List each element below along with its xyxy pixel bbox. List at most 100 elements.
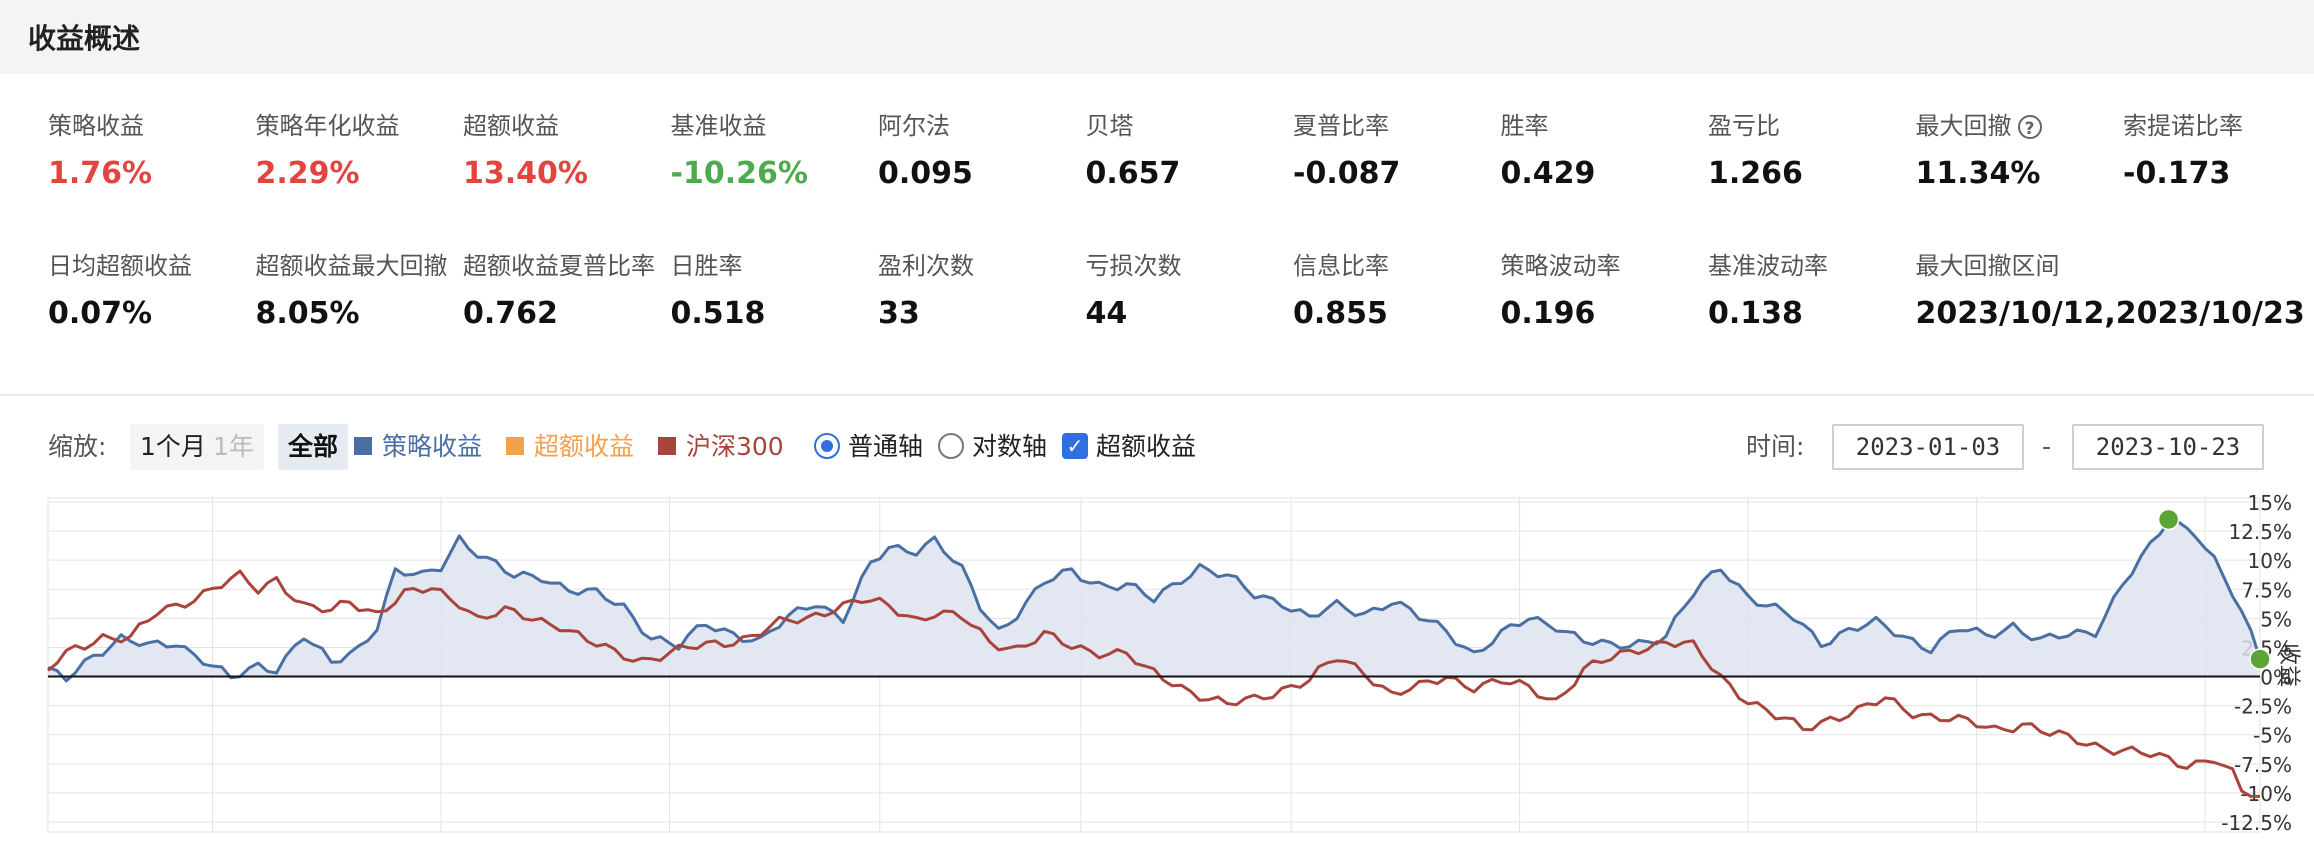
metric-metrics_row1-1: 策略年化收益 2.29% <box>256 110 466 191</box>
metric-label: 阿尔法 <box>878 110 1088 142</box>
metric-label: 超额收益 <box>463 110 673 142</box>
metric-metrics_row2-3: 日胜率 0.518 <box>671 250 881 331</box>
legend-item-hs300[interactable]: 沪深300 <box>658 424 784 470</box>
zoom-all-button[interactable]: 全部 <box>278 424 349 470</box>
metric-metrics_row2-8: 基准波动率 0.138 <box>1708 250 1918 331</box>
metric-label: 盈利次数 <box>878 250 1088 282</box>
metric-metrics_row2-4: 盈利次数 33 <box>878 250 1088 331</box>
metric-label: 亏损次数 <box>1086 250 1296 282</box>
metric-label-text: 盈亏比 <box>1708 112 1780 140</box>
y-tick-label: 12.5% <box>2228 520 2292 544</box>
metric-metrics_row1-4: 阿尔法 0.095 <box>878 110 1088 191</box>
metric-value: 0.196 <box>1500 296 1596 331</box>
metric-label: 日均超额收益 <box>48 250 258 282</box>
metric-metrics_row2-7: 策略波动率 0.196 <box>1501 250 1711 331</box>
metric-value: 0.429 <box>1500 156 1596 191</box>
metric-label-text: 最大回撤 <box>1915 112 2012 140</box>
metric-value: 1.76% <box>48 156 153 191</box>
axis-option-log[interactable]: 对数轴 <box>938 424 1047 470</box>
metric-metrics_row2-0: 日均超额收益 0.07% <box>48 250 258 331</box>
y-tick-label: -5% <box>2253 724 2292 748</box>
metric-value: 0.518 <box>670 296 766 331</box>
metric-metrics_row2-9: 最大回撤区间 2023/10/12,2023/10/23 <box>1915 250 2305 331</box>
metric-metrics_row2-2: 超额收益夏普比率 0.762 <box>463 250 673 331</box>
metric-metrics_row2-6: 信息比率 0.855 <box>1293 250 1503 331</box>
metric-value: 0.138 <box>1708 296 1803 331</box>
legend-item-strategy[interactable]: 策略收益 <box>354 424 482 470</box>
metric-metrics_row1-6: 夏普比率 -0.087 <box>1293 110 1503 191</box>
metric-label: 盈亏比 <box>1708 110 1918 142</box>
legend-item-excess[interactable]: 超额收益 <box>506 424 634 470</box>
metric-label-text: 亏损次数 <box>1085 252 1182 280</box>
metric-value: -0.173 <box>2123 156 2231 191</box>
metric-label-text: 盈利次数 <box>878 252 974 280</box>
y-tick-label: -7.5% <box>2234 753 2292 777</box>
help-icon[interactable]: ? <box>2017 115 2042 139</box>
metric-label: 超额收益最大回撤 <box>256 250 466 282</box>
metric-value: 0.657 <box>1085 156 1181 191</box>
metric-metrics_row1-7: 胜率 0.429 <box>1501 110 1711 191</box>
metric-label-text: 信息比率 <box>1293 252 1389 280</box>
metric-value: 0.07% <box>48 296 153 331</box>
date-to-input[interactable]: 2023-10-23 <box>2072 424 2264 470</box>
y-tick-label: -2.5% <box>2234 695 2292 719</box>
metric-label-text: 胜率 <box>1500 112 1549 140</box>
excess-toggle[interactable]: ✓ 超额收益 <box>1062 424 1196 470</box>
metric-metrics_row1-3: 基准收益 -10.26% <box>671 110 881 191</box>
metric-value: 8.05% <box>255 296 360 331</box>
metric-label-text: 策略收益 <box>48 112 144 140</box>
metric-label-text: 策略波动率 <box>1500 252 1621 280</box>
metric-label: 最大回撤? <box>1916 110 2126 142</box>
metric-label-text: 阿尔法 <box>878 112 950 140</box>
metric-label-text: 夏普比率 <box>1293 112 1389 140</box>
date-from-input[interactable]: 2023-01-03 <box>1832 424 2024 470</box>
radio-log-axis[interactable] <box>938 433 964 459</box>
y-axis-title: 收益 <box>2276 643 2301 687</box>
metric-label: 超额收益夏普比率 <box>463 250 673 282</box>
metric-label: 胜率 <box>1501 110 1711 142</box>
section-title: 收益概述 <box>28 22 141 55</box>
metric-label: 夏普比率 <box>1293 110 1503 142</box>
metric-label: 信息比率 <box>1293 250 1503 282</box>
metric-metrics_row1-10: 索提诺比率 -0.173 <box>2123 110 2314 191</box>
metric-label: 日胜率 <box>671 250 881 282</box>
metric-label-text: 超额收益最大回撤 <box>255 252 448 280</box>
y-tick-label: 7.5% <box>2241 578 2292 602</box>
axis-option-normal-label: 普通轴 <box>848 432 924 461</box>
legend-swatch-strategy <box>354 437 372 455</box>
section-header: 收益概述 <box>0 0 2314 74</box>
checkbox-excess[interactable]: ✓ <box>1062 433 1088 459</box>
time-label: 时间: <box>1746 432 1805 461</box>
y-tick-label: 15% <box>2248 491 2292 515</box>
y-tick-label: 5% <box>2260 607 2292 631</box>
metric-value: 13.40% <box>463 156 588 191</box>
metric-value: 33 <box>878 296 920 331</box>
return-chart[interactable]: 15%12.5%10%7.5%5%2.5%0%-2.5%-5%-7.5%-10%… <box>0 490 2314 848</box>
metric-value: -10.26% <box>670 156 808 191</box>
metric-label: 策略年化收益 <box>256 110 466 142</box>
metric-label: 索提诺比率 <box>2123 110 2314 142</box>
metric-label-text: 最大回撤区间 <box>1915 252 2060 280</box>
metric-label-text: 贝塔 <box>1085 112 1134 140</box>
metric-metrics_row1-0: 策略收益 1.76% <box>48 110 258 191</box>
metric-metrics_row1-9: 最大回撤? 11.34% <box>1916 110 2126 191</box>
legend-label-hs300: 沪深300 <box>686 432 784 461</box>
zoom-label: 缩放: <box>48 432 107 461</box>
axis-option-normal[interactable]: 普通轴 <box>814 424 923 470</box>
y-tick-label: 10% <box>2248 549 2292 573</box>
zoom-1-year-button[interactable]: 1年 <box>203 424 264 470</box>
metric-value: 1.266 <box>1708 156 1803 191</box>
metric-metrics_row1-8: 盈亏比 1.266 <box>1708 110 1918 191</box>
metric-value: 0.095 <box>878 156 973 191</box>
chart-toolbar: 缩放: 1个月 1年 全部 策略收益 超额收益 沪深300 普通轴 对数轴 ✓ 超… <box>48 424 2268 470</box>
radio-normal-axis[interactable] <box>814 433 840 459</box>
metric-label: 策略收益 <box>48 110 258 142</box>
legend-swatch-hs300 <box>658 437 676 455</box>
metric-metrics_row1-5: 贝塔 0.657 <box>1086 110 1296 191</box>
metric-label-text: 日均超额收益 <box>48 252 192 280</box>
metric-value: 2023/10/12,2023/10/23 <box>1915 296 2305 331</box>
metric-value: -0.087 <box>1293 156 1401 191</box>
date-separator: - <box>2042 432 2052 461</box>
metric-label-text: 超额收益夏普比率 <box>463 252 655 280</box>
metric-value: 2.29% <box>255 156 360 191</box>
